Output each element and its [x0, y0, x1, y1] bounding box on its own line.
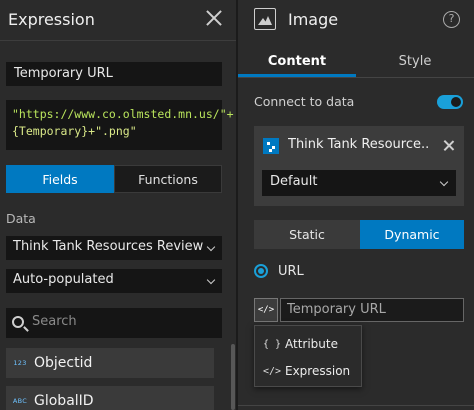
static-mode-button[interactable]: Static: [254, 220, 360, 249]
connect-to-data-toggle[interactable]: [437, 95, 463, 109]
expression-tabs: Fields Functions: [6, 165, 222, 193]
field-list-item[interactable]: ABC GlobalID: [6, 386, 214, 410]
help-icon[interactable]: ?: [443, 11, 460, 28]
menu-item-label: Attribute: [285, 337, 338, 351]
data-view-select[interactable]: Default: [262, 170, 456, 196]
source-type-menu: { } Attribute </> Expression: [254, 325, 362, 387]
menu-item-label: Expression: [285, 364, 351, 378]
expression-panel: Expression Temporary URL "https://www.co…: [0, 0, 236, 410]
string-type-icon: ABC: [12, 397, 28, 405]
tab-fields[interactable]: Fields: [6, 165, 114, 193]
field-name: GlobalID: [34, 393, 94, 409]
field-list-item[interactable]: 123 Objectid: [6, 348, 214, 378]
braces-icon: { }: [263, 338, 282, 350]
tab-style[interactable]: Style: [356, 48, 474, 76]
expression-editor[interactable]: "https://www.co.olmsted.mn.us/"+ {Tempor…: [6, 100, 234, 150]
connect-to-data-label: Connect to data: [254, 94, 355, 109]
image-panel-title: Image: [288, 10, 339, 29]
expression-title: Expression: [8, 10, 95, 29]
data-view-value: Default: [270, 174, 318, 189]
data-source-select[interactable]: Think Tank Resources Review: [6, 236, 222, 260]
field-search-input[interactable]: Search: [6, 308, 222, 338]
chevron-down-icon: [206, 242, 216, 252]
chevron-down-icon: [206, 275, 216, 285]
divider: [0, 40, 236, 41]
menu-item-expression[interactable]: </> Expression: [263, 364, 350, 378]
image-settings-panel: Image ? Content Style Connect to data Th…: [238, 0, 474, 410]
data-section-label: Data: [6, 211, 36, 226]
population-select[interactable]: Auto-populated: [6, 269, 222, 293]
divider: [238, 405, 474, 406]
expression-code-line: {Temporary}+".png": [12, 124, 137, 138]
toggle-knob: [451, 97, 461, 107]
chevron-down-icon: [439, 177, 449, 187]
data-source-card: Think Tank Resource... Default: [254, 126, 464, 206]
menu-item-attribute[interactable]: { } Attribute: [263, 337, 338, 351]
tab-content[interactable]: Content: [238, 48, 356, 76]
data-source-name: Think Tank Resource...: [288, 137, 430, 152]
search-icon: [12, 316, 24, 328]
url-radio[interactable]: [254, 264, 268, 278]
url-radio-label: URL: [278, 264, 304, 279]
data-source-select-value: Think Tank Resources Review: [13, 239, 204, 254]
search-placeholder: Search: [32, 314, 77, 329]
divider: [238, 77, 474, 78]
remove-data-source-icon[interactable]: [443, 139, 455, 151]
url-input[interactable]: Temporary URL: [280, 298, 464, 322]
scrollbar-thumb[interactable]: [231, 344, 235, 410]
image-icon: [254, 8, 276, 30]
expression-code-line: "https://www.co.olmsted.mn.us/"+: [12, 107, 234, 121]
number-type-icon: 123: [13, 359, 27, 367]
population-select-value: Auto-populated: [13, 272, 114, 287]
close-icon[interactable]: [204, 8, 224, 28]
field-name: Objectid: [34, 355, 93, 371]
data-source-icon: [263, 138, 279, 154]
dynamic-mode-button[interactable]: Dynamic: [360, 220, 464, 249]
tab-functions[interactable]: Functions: [114, 165, 222, 193]
expression-toggle-button[interactable]: </>: [254, 298, 278, 322]
code-icon: </>: [263, 365, 282, 377]
expression-name-input[interactable]: Temporary URL: [6, 62, 222, 86]
